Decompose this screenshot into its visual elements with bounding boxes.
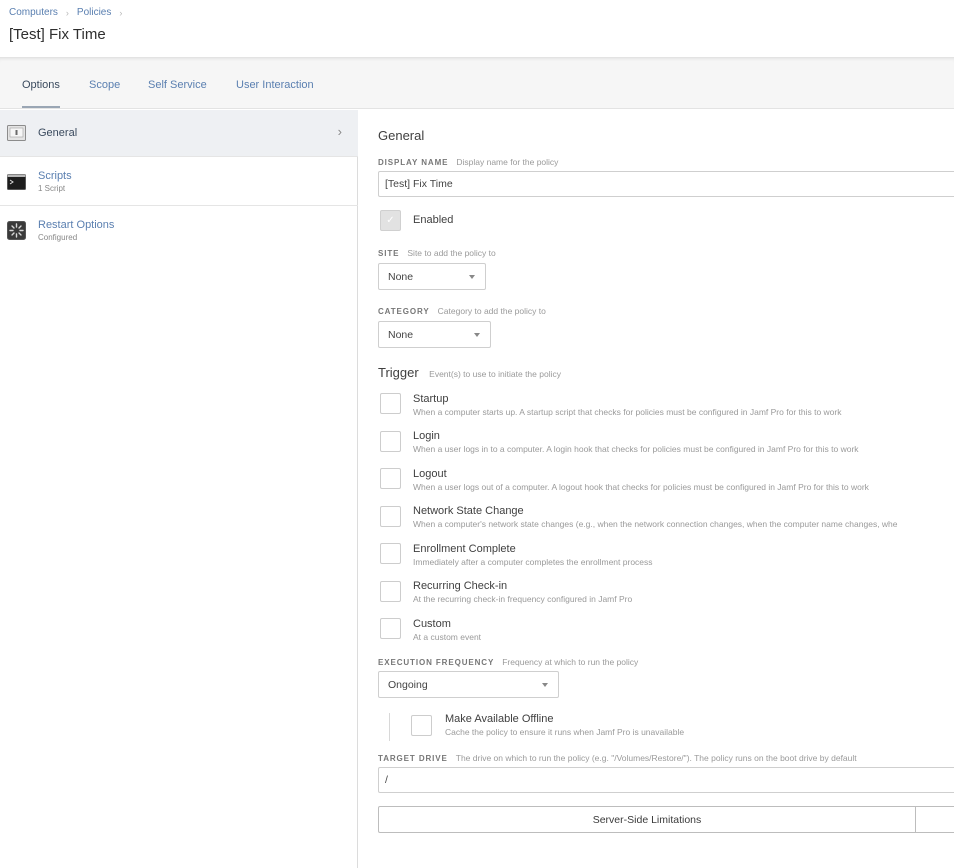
startup-label: Startup xyxy=(413,393,449,405)
category-select-value: None xyxy=(388,329,414,341)
category-label-text: CATEGORY xyxy=(378,307,430,316)
tab-user-interaction[interactable]: User Interaction xyxy=(236,79,314,91)
recurring-check-in-description: At the recurring check-in frequency conf… xyxy=(413,594,633,604)
sidebar-item-general[interactable]: General › xyxy=(0,110,358,157)
sidebar-item-label: General xyxy=(38,127,78,139)
restart-icon xyxy=(7,221,26,240)
login-label: Login xyxy=(413,430,440,442)
display-name-label: DISPLAY NAME Display name for the policy xyxy=(378,157,558,167)
dropdown-caret-icon xyxy=(474,333,480,337)
server-side-limitations-button[interactable]: Server-Side Limitations xyxy=(378,806,954,833)
login-checkbox[interactable] xyxy=(380,431,401,452)
custom-label: Custom xyxy=(413,618,451,630)
tab-scope[interactable]: Scope xyxy=(89,79,120,91)
execution-frequency-label-text: EXECUTION FREQUENCY xyxy=(378,658,495,667)
network-state-change-description: When a computer's network state changes … xyxy=(413,519,898,529)
custom-description: At a custom event xyxy=(413,632,482,642)
server-side-limitations-label: Server-Side Limitations xyxy=(592,814,702,826)
display-name-field[interactable]: [Test] Fix Time xyxy=(378,171,954,197)
chevron-right-icon: › xyxy=(337,124,342,139)
terminal-icon xyxy=(7,174,26,190)
general-icon xyxy=(7,125,26,141)
tab-options[interactable]: Options xyxy=(22,79,60,108)
execution-frequency-help: Frequency at which to run the policy xyxy=(502,657,639,667)
target-drive-field[interactable]: / xyxy=(378,767,954,793)
make-available-offline-checkbox[interactable] xyxy=(411,715,432,736)
trigger-help: Event(s) to use to initiate the policy xyxy=(429,369,561,379)
dropdown-caret-icon xyxy=(542,683,548,687)
indent-divider xyxy=(389,713,390,741)
startup-description: When a computer starts up. A startup scr… xyxy=(413,407,842,417)
target-drive-label: TARGET DRIVE The drive on which to run th… xyxy=(378,753,857,763)
dropdown-caret-icon xyxy=(469,275,475,279)
enrollment-complete-description: Immediately after a computer completes t… xyxy=(413,557,653,567)
trigger-header: Trigger Event(s) to use to initiate the … xyxy=(378,364,561,382)
enrollment-complete-label: Enrollment Complete xyxy=(413,543,516,555)
sidebar-item-label: Restart Options xyxy=(38,219,115,231)
category-help: Category to add the policy to xyxy=(437,306,546,316)
target-drive-help: The drive on which to run the policy (e.… xyxy=(455,753,857,763)
site-help: Site to add the policy to xyxy=(407,248,496,258)
make-available-offline-label: Make Available Offline xyxy=(445,713,554,725)
button-divider xyxy=(915,807,916,832)
sidebar-item-subtitle: Configured xyxy=(38,233,78,242)
logout-description: When a user logs out of a computer. A lo… xyxy=(413,482,869,492)
enabled-checkbox[interactable]: ✓ xyxy=(380,210,401,231)
target-drive-label-text: TARGET DRIVE xyxy=(378,754,448,763)
tab-self-service[interactable]: Self Service xyxy=(148,79,207,91)
login-description: When a user logs in to a computer. A log… xyxy=(413,444,859,454)
category-label: CATEGORY Category to add the policy to xyxy=(378,306,546,316)
section-title-general: General xyxy=(378,128,425,143)
site-label: SITE Site to add the policy to xyxy=(378,248,496,258)
execution-frequency-value: Ongoing xyxy=(388,679,428,691)
enabled-label: Enabled xyxy=(413,214,454,226)
enrollment-complete-checkbox[interactable] xyxy=(380,543,401,564)
breadcrumb-separator: › xyxy=(119,7,123,18)
display-name-label-text: DISPLAY NAME xyxy=(378,158,449,167)
network-state-change-checkbox[interactable] xyxy=(380,506,401,527)
category-select[interactable]: None xyxy=(378,321,491,348)
options-sidebar: General › Scripts 1 Script Restart Optio… xyxy=(0,110,358,868)
logout-checkbox[interactable] xyxy=(380,468,401,489)
custom-checkbox[interactable] xyxy=(380,618,401,639)
recurring-check-in-checkbox[interactable] xyxy=(380,581,401,602)
sidebar-item-scripts[interactable]: Scripts 1 Script xyxy=(0,157,358,206)
make-available-offline-description: Cache the policy to ensure it runs when … xyxy=(445,727,685,737)
breadcrumb: Computers › Policies › xyxy=(9,7,130,18)
sidebar-item-label: Scripts xyxy=(38,170,72,182)
display-name-help: Display name for the policy xyxy=(456,157,559,167)
breadcrumb-computers[interactable]: Computers xyxy=(9,7,58,18)
execution-frequency-select[interactable]: Ongoing xyxy=(378,671,559,698)
logout-label: Logout xyxy=(413,468,447,480)
section-title-trigger: Trigger xyxy=(378,365,419,380)
startup-checkbox[interactable] xyxy=(380,393,401,414)
page-header: Computers › Policies › [Test] Fix Time xyxy=(0,0,954,58)
site-label-text: SITE xyxy=(378,249,400,258)
tab-bar: Options Scope Self Service User Interact… xyxy=(0,58,954,109)
network-state-change-label: Network State Change xyxy=(413,505,524,517)
execution-frequency-label: EXECUTION FREQUENCY Frequency at which to… xyxy=(378,657,638,667)
general-panel: General DISPLAY NAME Display name for the… xyxy=(359,110,954,868)
breadcrumb-policies[interactable]: Policies xyxy=(77,7,111,18)
site-select[interactable]: None xyxy=(378,263,486,290)
sidebar-item-subtitle: 1 Script xyxy=(38,184,66,193)
breadcrumb-separator: › xyxy=(65,7,69,18)
site-select-value: None xyxy=(388,271,414,283)
recurring-check-in-label: Recurring Check-in xyxy=(413,580,508,592)
sidebar-item-restart-options[interactable]: Restart Options Configured xyxy=(0,206,358,254)
page-title: [Test] Fix Time xyxy=(9,26,106,43)
